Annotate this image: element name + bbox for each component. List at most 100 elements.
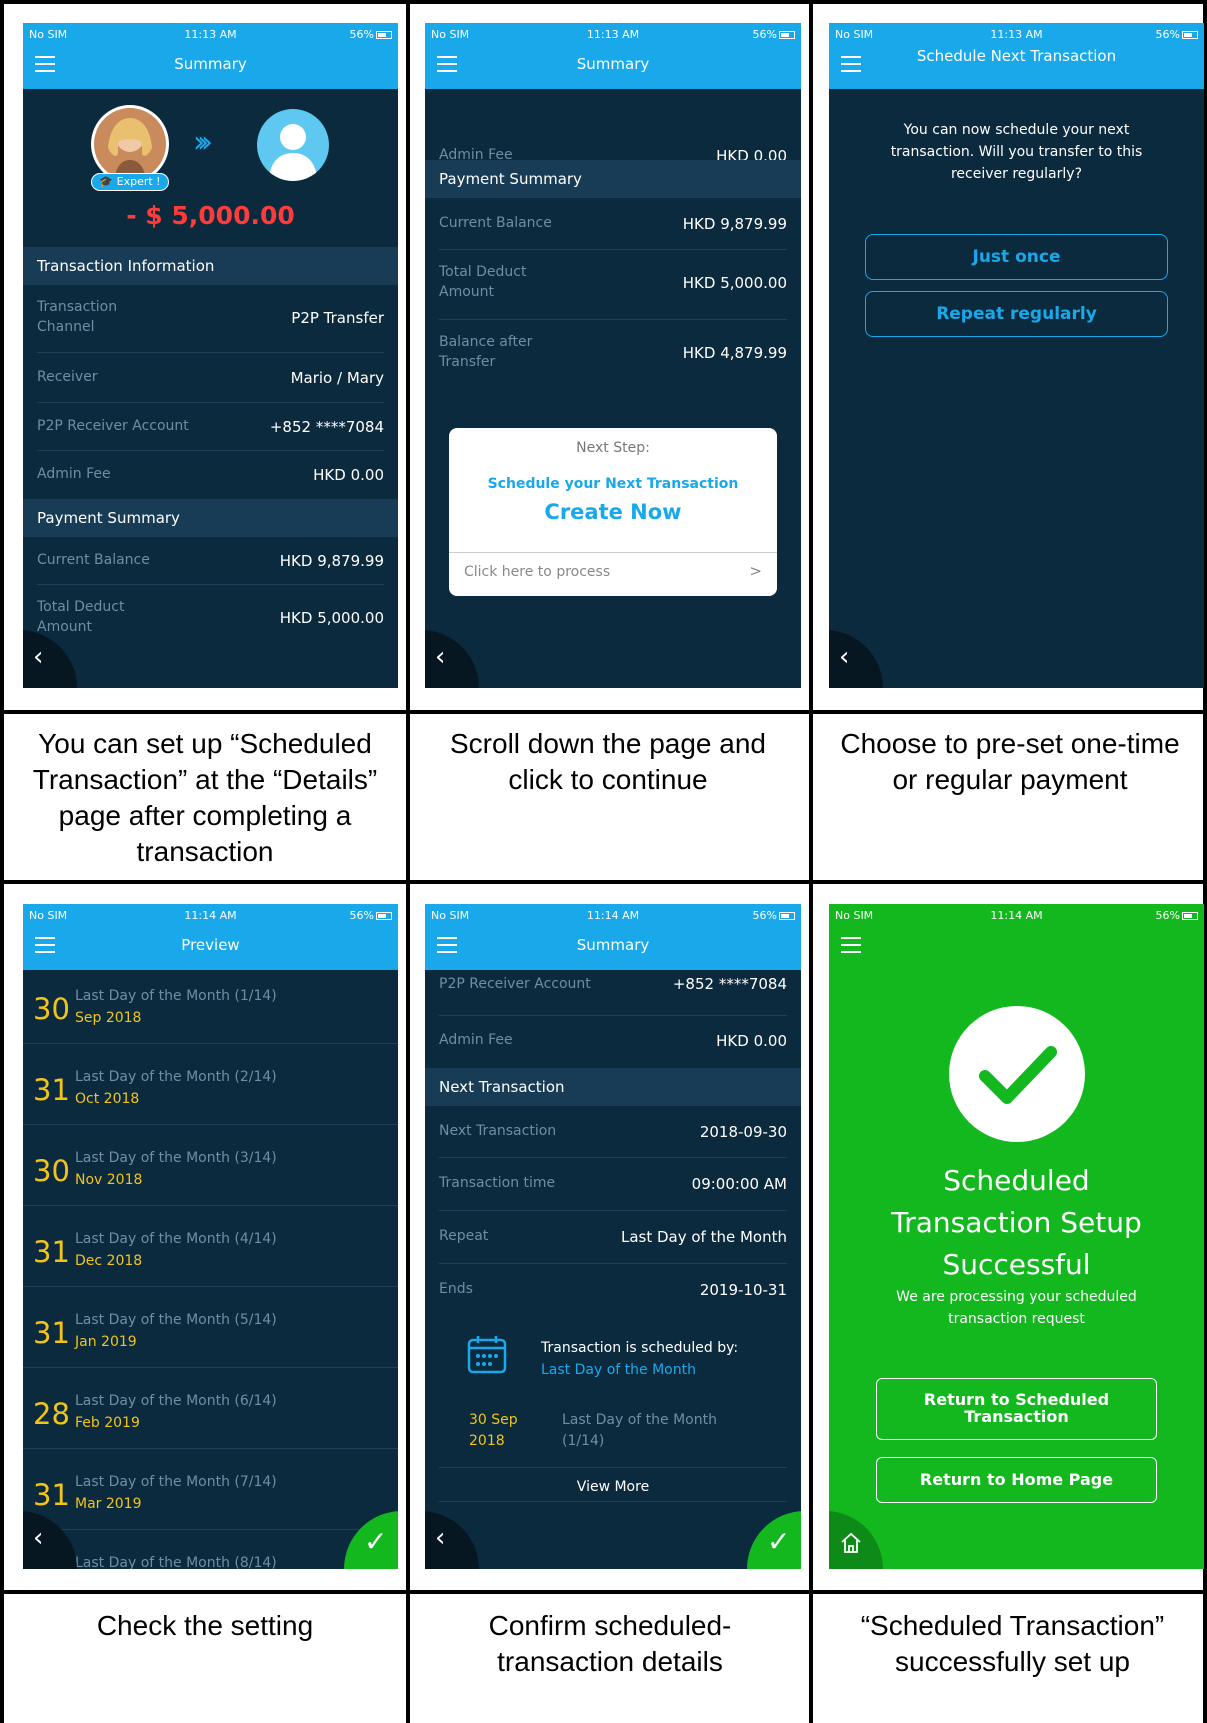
row-balance-after: Balance after Transfer HKD 4,879.99 xyxy=(439,320,787,388)
screen-preview: No SIM 11:14 AM 56% Preview 30 Last Day of … xyxy=(23,904,398,1569)
nav-bar: No SIM 11:13 AM 56% Schedule Next Transact… xyxy=(829,23,1204,89)
caption-5: Confirm scheduled-transaction details xyxy=(488,1610,732,1677)
chevron-left-icon: ‹ xyxy=(435,642,446,672)
repeat-regularly-button[interactable]: Repeat regularly xyxy=(865,291,1168,337)
schedule-next-link[interactable]: Schedule your Next Transaction xyxy=(449,476,777,492)
row-label: Balance after Transfer xyxy=(439,334,533,370)
page-title: Summary xyxy=(576,55,650,73)
status-bar: No SIM 11:13 AM 56% xyxy=(425,23,801,45)
clock: 11:14 AM xyxy=(586,909,640,922)
nav-bar: No SIM 11:14 AM 56% xyxy=(829,904,1204,970)
battery-level: 56% xyxy=(349,28,374,41)
row-value: +852 ****7084 xyxy=(672,975,787,993)
row-label: Current Balance xyxy=(439,215,552,231)
return-home-button[interactable]: Return to Home Page xyxy=(876,1457,1157,1503)
confirm-button[interactable]: ✓ xyxy=(747,1511,801,1569)
create-now-button[interactable]: Create Now xyxy=(449,500,777,524)
row-value: Last Day of the Month xyxy=(620,1228,787,1246)
preview-month: Mar 2019 xyxy=(75,1496,142,1512)
back-button[interactable]: ‹ xyxy=(425,1511,479,1569)
caption-2: Scroll down the page and click to contin… xyxy=(450,728,766,795)
success-subtitle: We are processing your scheduled transac… xyxy=(896,1289,1137,1327)
row-label: P2P Receiver Account xyxy=(37,418,189,434)
person-icon xyxy=(269,124,317,181)
row-value: HKD 0.00 xyxy=(313,466,384,484)
view-more-link[interactable]: View More xyxy=(425,1479,801,1495)
caption-4: Check the setting xyxy=(96,1610,314,1641)
row-label: Total Deduct Amount xyxy=(37,599,125,635)
grid-line xyxy=(0,0,4,1723)
preview-label: Last Day of the Month (8/14) xyxy=(75,1555,277,1569)
battery-level: 56% xyxy=(1155,28,1180,41)
return-to-scheduled-button[interactable]: Return to Scheduled Transaction xyxy=(876,1378,1157,1440)
preview-month: Sep 2018 xyxy=(75,1010,142,1026)
battery: 56% xyxy=(753,909,795,922)
row-ends: Ends 2019-10-31 xyxy=(439,1264,787,1317)
page-title: Preview xyxy=(181,936,240,954)
first-date: 30 Sep 2018 xyxy=(469,1412,518,1449)
home-button[interactable] xyxy=(829,1511,883,1569)
clock: 11:13 AM xyxy=(990,28,1043,41)
tutorial-grid: No SIM 11:13 AM 56% Summary 🎓 Expert ! ›››… xyxy=(0,0,1207,1723)
nav-bar: No SIM 11:14 AM 56% Preview xyxy=(23,904,398,970)
preview-label: Last Day of the Month (2/14) xyxy=(75,1069,277,1085)
row-current-balance: Current Balance HKD 9,879.99 xyxy=(439,198,787,250)
preview-item: 30Last Day of the Month (8/14) xyxy=(23,1537,398,1569)
status-bar: No SIM 11:14 AM 56% xyxy=(425,904,801,926)
first-occurrence-label: Last Day of the Month (1/14) xyxy=(562,1412,717,1449)
row-value: +852 ****7084 xyxy=(269,418,384,436)
preview-item: 31 Last Day of the Month (5/14) Jan 2019 xyxy=(23,1294,398,1368)
success-headline: Scheduled Transaction Setup Successful xyxy=(891,1164,1142,1281)
row-total-deduct: Total Deduct Amount HKD 5,000.00 xyxy=(37,585,384,653)
next-step-card[interactable]: Next Step: Schedule your Next Transactio… xyxy=(449,428,777,596)
grid-line xyxy=(0,0,1207,4)
badge-label: Expert ! xyxy=(116,175,161,188)
back-button[interactable]: ‹ xyxy=(425,630,479,688)
row-value: HKD 5,000.00 xyxy=(682,274,787,292)
battery-level: 56% xyxy=(1155,909,1180,922)
hamburger-menu-icon[interactable] xyxy=(841,937,861,953)
back-button[interactable]: ‹ xyxy=(829,630,883,688)
clock: 11:14 AM xyxy=(184,909,237,922)
battery: 56% xyxy=(1156,909,1198,922)
battery-level: 56% xyxy=(752,909,777,922)
schedule-message: You can now schedule your next transacti… xyxy=(890,122,1143,182)
hamburger-menu-icon[interactable] xyxy=(841,56,861,72)
page-title: Schedule Next Transaction xyxy=(916,47,1117,65)
preview-day: 31 xyxy=(33,1073,70,1107)
preview-label: Last Day of the Month (1/14) xyxy=(75,988,277,1004)
battery-icon xyxy=(376,912,392,920)
battery-icon xyxy=(779,912,795,920)
screen-summary-top: No SIM 11:13 AM 56% Summary 🎓 Expert ! ›››… xyxy=(23,23,398,688)
row-label: Next Transaction xyxy=(439,1123,557,1139)
chevron-left-icon: ‹ xyxy=(33,642,44,672)
row-label: Ends xyxy=(439,1281,473,1297)
grid-line xyxy=(809,0,813,1723)
battery-level: 56% xyxy=(349,909,374,922)
status-bar: No SIM 11:14 AM 56% xyxy=(829,904,1204,926)
preview-day: 31 xyxy=(33,1478,70,1512)
chevron-right-icon[interactable]: > xyxy=(749,562,762,580)
page-title: Summary xyxy=(576,936,650,954)
row-receiver: Receiver Mario / Mary xyxy=(37,353,384,403)
scheduled-by-label: Transaction is scheduled by: xyxy=(541,1340,739,1356)
preview-item: 30 Last Day of the Month (1/14) Sep 2018 xyxy=(23,970,398,1044)
row-value: HKD 9,879.99 xyxy=(279,552,384,570)
expert-badge: 🎓 Expert ! xyxy=(91,173,169,191)
preview-month: Feb 2019 xyxy=(75,1415,140,1431)
divider xyxy=(439,1501,787,1502)
just-once-button[interactable]: Just once xyxy=(865,234,1168,280)
preview-month: Nov 2018 xyxy=(75,1172,143,1188)
row-transaction-time: Transaction time 09:00:00 AM xyxy=(439,1158,787,1211)
row-label: Admin Fee xyxy=(37,466,111,482)
battery-icon xyxy=(1182,31,1198,39)
page-title: Summary xyxy=(174,55,247,73)
row-repeat: Repeat Last Day of the Month xyxy=(439,1211,787,1264)
row-next-transaction: Next Transaction 2018-09-30 xyxy=(439,1106,787,1158)
row-value: P2P Transfer xyxy=(291,309,384,327)
preview-month: Oct 2018 xyxy=(75,1091,140,1107)
battery: 56% xyxy=(1156,28,1198,41)
caption-6: “Scheduled Transaction” successfully set… xyxy=(860,1610,1165,1677)
click-to-process[interactable]: Click here to process xyxy=(464,564,610,580)
row-total-deduct: Total Deduct Amount HKD 5,000.00 xyxy=(439,250,787,320)
